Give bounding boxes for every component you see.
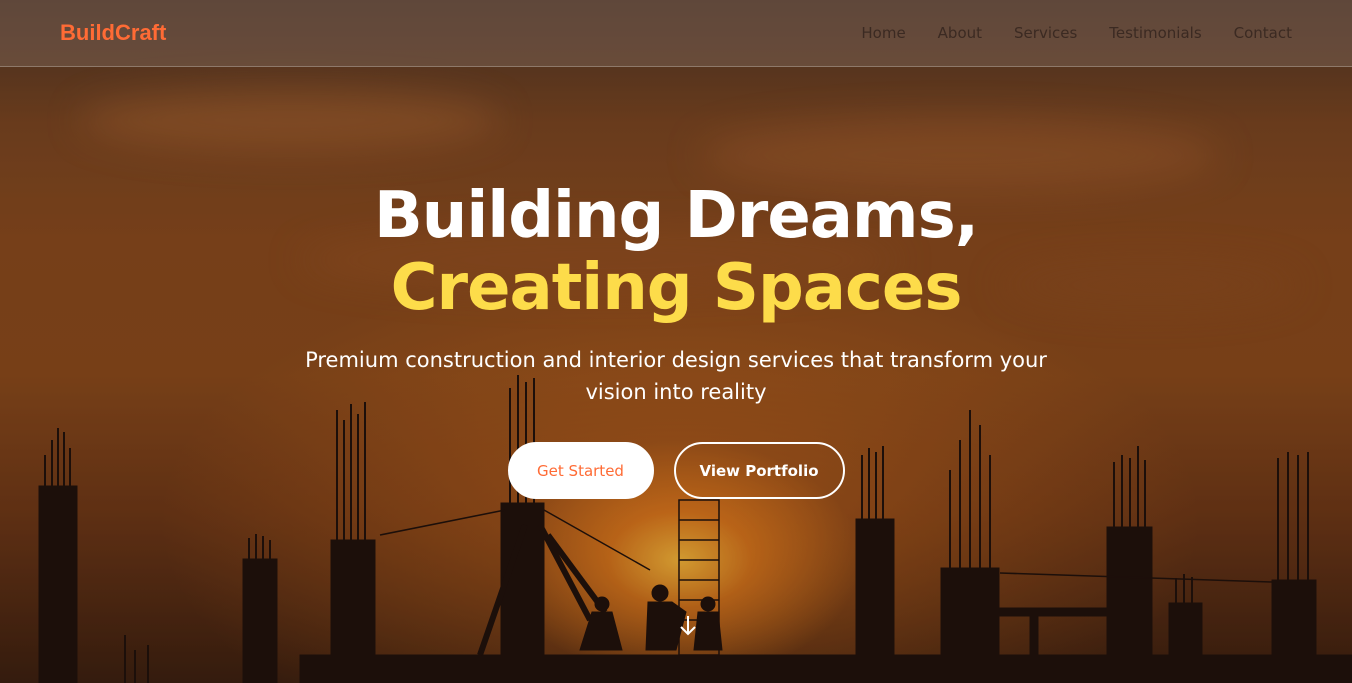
- nav-link-home[interactable]: Home: [861, 24, 905, 42]
- logo[interactable]: BuildCraft: [60, 20, 166, 46]
- get-started-button[interactable]: Get Started: [507, 442, 654, 499]
- nav-link-contact[interactable]: Contact: [1234, 24, 1292, 42]
- nav-link-testimonials[interactable]: Testimonials: [1109, 24, 1201, 42]
- navbar: BuildCraft Home About Services Testimoni…: [0, 0, 1352, 67]
- nav-link-about[interactable]: About: [938, 24, 982, 42]
- hero-title-line2: Creating Spaces: [390, 251, 963, 325]
- hero-actions: Get Started View Portfolio: [0, 442, 1352, 499]
- hero-title: Building Dreams, Creating Spaces: [0, 180, 1352, 324]
- nav-menu: Home About Services Testimonials Contact: [861, 24, 1292, 42]
- hero-subtitle: Premium construction and interior design…: [305, 348, 1047, 404]
- view-portfolio-button[interactable]: View Portfolio: [673, 442, 845, 499]
- arrow-down-icon[interactable]: [678, 614, 698, 638]
- hero-title-line1: Building Dreams,: [374, 179, 979, 253]
- hero-content: Building Dreams, Creating Spaces Premium…: [0, 180, 1352, 499]
- nav-link-services[interactable]: Services: [1014, 24, 1077, 42]
